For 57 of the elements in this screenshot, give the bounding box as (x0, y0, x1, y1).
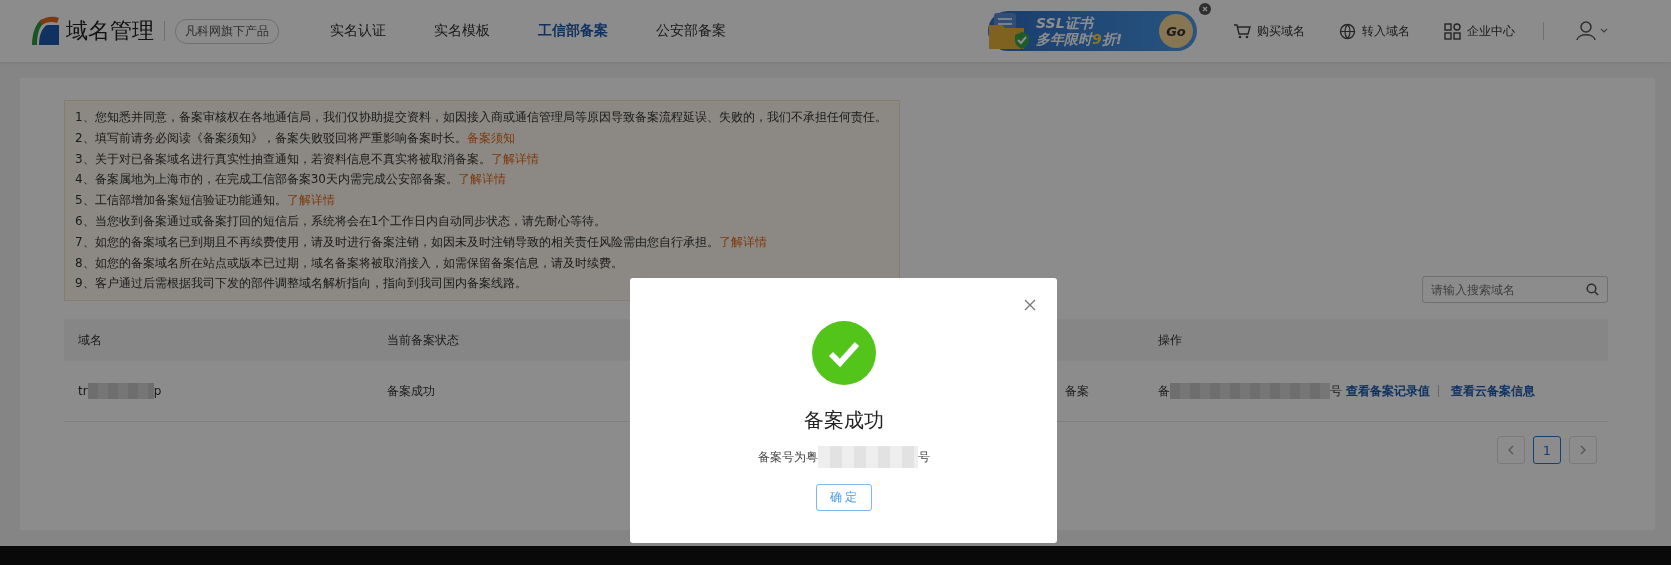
notice-link[interactable]: 了解详情 (286, 193, 335, 208)
notice-link[interactable]: 备案须知 (466, 130, 515, 145)
dialog-message: 号 (917, 448, 930, 466)
notice-line: 1、您知悉并同意，备案审核权在各地通信局，我们仅协助提交资料，如因接入商或通信管理局等原因导致备案流程延误、失败的，我们不承担任何责任。 (75, 109, 888, 126)
page-button[interactable]: 1 (1533, 436, 1561, 465)
nav-tab[interactable]: 实名模板 (434, 22, 490, 40)
record-text: 号 (1330, 382, 1342, 400)
view-record-link[interactable]: 查看备案记录值 (1346, 382, 1430, 400)
column-header: 操作 (1157, 331, 1183, 349)
domain-text: tr (78, 384, 88, 399)
dialog-title: 备案成功 (803, 407, 884, 434)
table-cell-text: 备案 (1064, 382, 1090, 400)
close-icon[interactable] (1024, 299, 1036, 311)
dialog-message: 备案号为粤 (757, 448, 818, 466)
notice-link[interactable]: 了解详情 (718, 234, 767, 249)
success-check-icon (811, 321, 876, 385)
table-cell-text: 备案成功 (386, 382, 436, 400)
notice-line: 4、备案属地为上海市的，在完成工信部备案30天内需完成公安部备案。了解详情 (75, 171, 507, 189)
redaction-block (87, 383, 154, 400)
chevron-left-icon (1507, 445, 1515, 456)
go-button[interactable]: Go (1159, 14, 1193, 48)
search-field[interactable]: 请输入搜索域名 (1422, 276, 1608, 304)
notice-line: 8、如您的备案域名所在站点或版本已过期，域名备案将被取消接入，如需保留备案信息，请及时续费。 (75, 254, 624, 272)
user-icon[interactable] (1576, 21, 1610, 41)
view-cloud-link[interactable]: 查看云备案信息 (1451, 382, 1535, 400)
notice-line: 3、关于对已备案域名进行真实性抽查通知，若资料信息不真实将被取消备案。了解详情 (75, 150, 540, 168)
notice-line: 7、如您的备案域名已到期且不再续费使用，请及时进行备案注销，如因未及时注销导致的相关责任风险需由您自行承担。了解详情 (75, 233, 768, 251)
header-link[interactable]: 企业中心 (1444, 22, 1515, 40)
domain-text: p (153, 384, 162, 399)
nav-tab[interactable]: 公安部备案 (656, 22, 726, 40)
chevron-right-icon (1579, 445, 1587, 456)
close-icon[interactable] (1199, 3, 1211, 15)
nav-tab[interactable]: 实名认证 (330, 22, 386, 40)
search-icon (1586, 283, 1599, 297)
logo-icon (30, 15, 60, 47)
record-text: 备 (1158, 382, 1170, 400)
folder-icon (988, 11, 1030, 51)
notice-line: 5、工信部增加备案短信验证功能通知。了解详情 (75, 192, 336, 210)
column-header: 当前备案状态 (386, 331, 460, 349)
notice-line: 9、客户通过后需根据我司下发的部件调整域名解析指向，指向到我司国内备案线路。 (75, 275, 528, 293)
notice-link[interactable]: 了解详情 (457, 172, 506, 187)
apps-icon (1444, 22, 1461, 40)
globe-icon (1339, 22, 1356, 40)
header-link[interactable]: 转入域名 (1339, 22, 1410, 40)
confirm-button[interactable]: 确 定 (815, 484, 872, 511)
promo-title: SSL证书 (1036, 15, 1096, 31)
promo-banner[interactable]: SSL证书 多年限时9折! Go (988, 11, 1197, 51)
notice-link[interactable]: 了解详情 (490, 151, 539, 166)
logo-text: 域名管理 (66, 17, 154, 45)
notice-line: 2、填写前请务必阅读《备案须知》，备案失败驳回将严重影响备案时长。备案须知 (75, 129, 516, 147)
product-tag: 凡科网旗下产品 (175, 18, 279, 44)
nav-tab[interactable]: 工信部备案 (538, 22, 608, 40)
promo-subtitle: 多年限时9折! (1036, 31, 1123, 47)
cart-icon (1233, 23, 1251, 39)
header-link[interactable]: 购买域名 (1233, 22, 1305, 40)
column-header: 域名 (77, 331, 103, 349)
notice-line: 6、当您收到备案通过或备案打回的短信后，系统将会在1个工作日内自动同步状态，请先耐心等待。 (75, 213, 608, 230)
